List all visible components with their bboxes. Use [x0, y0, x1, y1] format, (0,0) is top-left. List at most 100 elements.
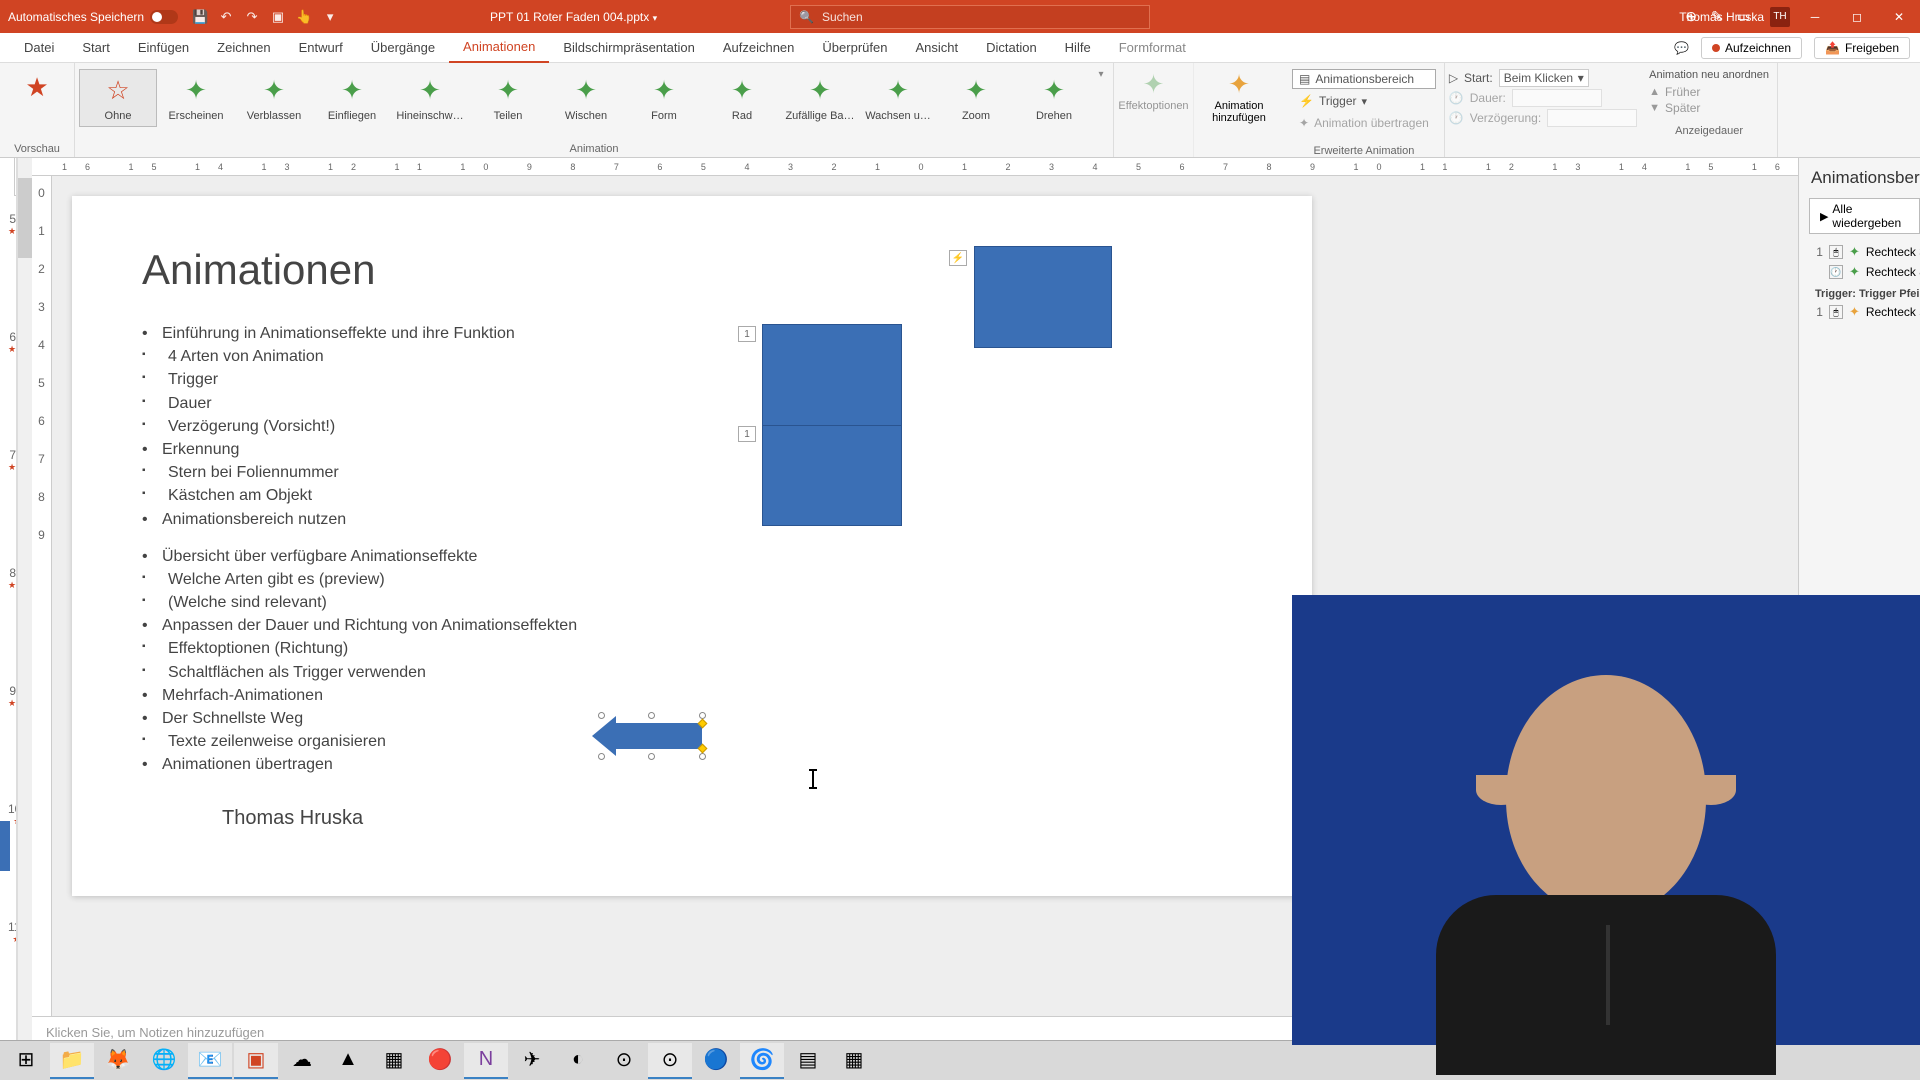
autosave-toggle[interactable]: Automatisches Speichern	[8, 10, 178, 24]
tab-formformat[interactable]: Formformat	[1105, 33, 1200, 63]
anim-floatin[interactable]: ✦Hineinschw…	[391, 69, 469, 127]
app-icon-4[interactable]: ◐	[556, 1043, 600, 1079]
shape-arrow-selected[interactable]	[602, 716, 702, 756]
anim-flyin[interactable]: ✦Einfliegen	[313, 69, 391, 127]
redo-icon[interactable]: ↷	[244, 9, 260, 25]
avatar-icon: TH	[1770, 7, 1790, 27]
minimize-button[interactable]: ─	[1794, 0, 1836, 33]
app-icon-5[interactable]: ⊙	[602, 1043, 646, 1079]
star-icon: ✦	[180, 74, 212, 106]
outlook-icon[interactable]: 📧	[188, 1043, 232, 1079]
tab-ueberpruefen[interactable]: Überprüfen	[808, 33, 901, 63]
tab-hilfe[interactable]: Hilfe	[1051, 33, 1105, 63]
move-later[interactable]: ▼ Später	[1649, 101, 1769, 115]
anim-tag-2[interactable]: 1	[738, 426, 756, 442]
anim-item-2[interactable]: 🕐✦Rechteck 8	[1809, 262, 1920, 282]
app-icon-1[interactable]: ☁	[280, 1043, 324, 1079]
app-icon-2[interactable]: ▦	[372, 1043, 416, 1079]
filename[interactable]: PPT 01 Roter Faden 004.pptx ▾	[490, 10, 657, 24]
anim-spin[interactable]: ✦Drehen	[1015, 69, 1093, 127]
anim-item-t1[interactable]: 1🖱✦Rechteck 5	[1809, 302, 1920, 322]
shape-rect-1[interactable]	[974, 246, 1112, 348]
tab-start[interactable]: Start	[68, 33, 123, 63]
animation-pane-toggle[interactable]: ▤Animationsbereich	[1292, 69, 1436, 89]
tab-entwurf[interactable]: Entwurf	[285, 33, 357, 63]
slide-thumbnails[interactable]: 5★Animationen• text• text• text 6★Animat…	[0, 158, 17, 1052]
record-button[interactable]: Aufzeichnen	[1701, 37, 1802, 59]
app-icon-9[interactable]: ▦	[832, 1043, 876, 1079]
tab-datei[interactable]: Datei	[10, 33, 68, 63]
share-button[interactable]: 📤Freigeben	[1814, 37, 1910, 59]
anim-zoom[interactable]: ✦Zoom	[937, 69, 1015, 127]
window-icon[interactable]: ▭	[1737, 8, 1750, 25]
comments-icon[interactable]: 💬	[1674, 41, 1689, 55]
save-icon[interactable]: 💾	[192, 9, 208, 25]
anim-random[interactable]: ✦Zufällige Ba…	[781, 69, 859, 127]
animation-painter[interactable]: ✦Animation übertragen	[1292, 113, 1436, 133]
app-icon-6[interactable]: ⊙	[648, 1043, 692, 1079]
tab-aufzeichnen[interactable]: Aufzeichnen	[709, 33, 809, 63]
start-select[interactable]: Beim Klicken▾	[1499, 69, 1589, 87]
author-text[interactable]: Thomas Hruska	[222, 807, 1242, 830]
star-icon: ✦	[648, 74, 680, 106]
present-icon[interactable]: ▣	[270, 9, 286, 25]
search-icon: 🔍	[799, 10, 814, 24]
anim-tag-trigger[interactable]: ⚡	[949, 250, 967, 266]
edge-icon[interactable]: 🌀	[740, 1043, 784, 1079]
tab-ansicht[interactable]: Ansicht	[901, 33, 972, 63]
telegram-icon[interactable]: ✈	[510, 1043, 554, 1079]
qat-more-icon[interactable]: ▾	[322, 9, 338, 25]
close-button[interactable]: ✕	[1878, 0, 1920, 33]
anim-grow[interactable]: ✦Wachsen u…	[859, 69, 937, 127]
tab-uebergaenge[interactable]: Übergänge	[357, 33, 449, 63]
shape-rect-2[interactable]	[762, 324, 902, 526]
start-button[interactable]: ⊞	[4, 1043, 48, 1079]
anim-item-1[interactable]: 1🖱✦Rechteck 3	[1809, 242, 1920, 262]
trigger-header: Trigger: Trigger Pfeil	[1809, 282, 1920, 302]
anim-appear[interactable]: ✦Erscheinen	[157, 69, 235, 127]
maximize-button[interactable]: ◻	[1836, 0, 1878, 33]
gallery-expand[interactable]: ▾	[1093, 69, 1109, 82]
tab-animationen[interactable]: Animationen	[449, 33, 549, 63]
firefox-icon[interactable]: 🦊	[96, 1043, 140, 1079]
touch-icon[interactable]: 👆	[296, 9, 312, 25]
ruler-horizontal: 16 15 14 13 12 11 10 9 8 7 6 5 4 3 2 1 0…	[32, 158, 1798, 176]
draw-icon[interactable]: ✎	[1711, 8, 1723, 25]
anim-none[interactable]: ☆Ohne	[79, 69, 157, 127]
onenote-icon[interactable]: N	[464, 1043, 508, 1079]
slide[interactable]: Animationen Einführung in Animationseffe…	[72, 196, 1312, 896]
undo-icon[interactable]: ↶	[218, 9, 234, 25]
play-icon: ▷	[1449, 71, 1458, 85]
tab-dictation[interactable]: Dictation	[972, 33, 1051, 63]
play-all-button[interactable]: ▶ Alle wiedergeben	[1809, 198, 1920, 234]
star-icon: ✦	[726, 74, 758, 106]
add-animation-button[interactable]: ✦ Animation hinzufügen	[1194, 63, 1284, 157]
app-icon-8[interactable]: ▤	[786, 1043, 830, 1079]
anim-shape[interactable]: ✦Form	[625, 69, 703, 127]
app-icon-3[interactable]: 🔴	[418, 1043, 462, 1079]
delay-input[interactable]	[1547, 109, 1637, 127]
tab-zeichnen[interactable]: Zeichnen	[203, 33, 284, 63]
sync-icon[interactable]: ⊕	[1685, 8, 1697, 25]
anim-wheel[interactable]: ✦Rad	[703, 69, 781, 127]
chrome-icon[interactable]: 🌐	[142, 1043, 186, 1079]
powerpoint-icon[interactable]: ▣	[234, 1043, 278, 1079]
tab-bildschirm[interactable]: Bildschirmpräsentation	[549, 33, 709, 63]
slide-content[interactable]: Einführung in Animationseffekte und ihre…	[142, 322, 1242, 777]
anim-wipe[interactable]: ✦Wischen	[547, 69, 625, 127]
preview-button[interactable]: ★	[21, 71, 53, 103]
trigger-button[interactable]: ⚡Trigger ▾	[1292, 91, 1436, 111]
explorer-icon[interactable]: 📁	[50, 1043, 94, 1079]
anim-tag-1[interactable]: 1	[738, 326, 756, 342]
app-icon-7[interactable]: 🔵	[694, 1043, 738, 1079]
vlc-icon[interactable]: ▲	[326, 1043, 370, 1079]
anim-split[interactable]: ✦Teilen	[469, 69, 547, 127]
anim-fade[interactable]: ✦Verblassen	[235, 69, 313, 127]
duration-input[interactable]	[1512, 89, 1602, 107]
tab-einfuegen[interactable]: Einfügen	[124, 33, 203, 63]
search-box[interactable]: 🔍 Suchen	[790, 5, 1150, 29]
window-controls: ─ ◻ ✕	[1794, 0, 1920, 33]
entrance-icon: ✦	[1849, 264, 1860, 280]
move-earlier[interactable]: ▲ Früher	[1649, 85, 1769, 99]
thumb-scrollbar[interactable]	[17, 158, 32, 1052]
